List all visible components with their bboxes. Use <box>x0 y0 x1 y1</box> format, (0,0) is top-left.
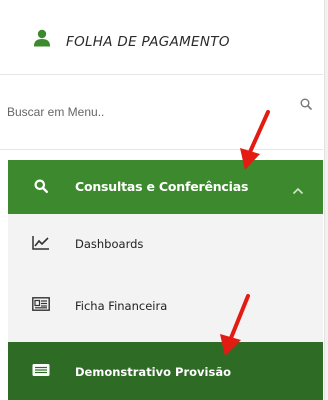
menu-group-consultas[interactable]: Consultas e Conferências <box>8 160 323 214</box>
sidebar-menu: FOLHA DE PAGAMENTO Consultas e Conferênc… <box>0 0 328 400</box>
menu-search <box>0 75 323 149</box>
search-icon <box>34 179 49 198</box>
list-card-icon <box>32 363 50 382</box>
menu-item-label: Demonstrativo Provisão <box>75 365 231 379</box>
submenu: Dashboards Ficha Financeira Demonstrativ… <box>8 214 323 400</box>
scrollbar-track[interactable] <box>324 0 328 400</box>
app-header: FOLHA DE PAGAMENTO <box>0 0 323 74</box>
chevron-up-icon[interactable] <box>292 182 304 200</box>
user-icon <box>33 29 51 47</box>
menu-item-ficha-financeira[interactable]: Ficha Financeira <box>8 276 323 336</box>
page-title: FOLHA DE PAGAMENTO <box>66 34 230 50</box>
menu-item-demonstrativo-provisao[interactable]: Demonstrativo Provisão <box>8 342 323 400</box>
menu-item-dashboards[interactable]: Dashboards <box>8 214 323 274</box>
chart-line-icon <box>32 235 50 256</box>
menu-group-label: Consultas e Conferências <box>75 179 249 194</box>
menu-item-label: Dashboards <box>75 237 144 251</box>
search-input[interactable] <box>7 97 277 127</box>
search-icon[interactable] <box>300 97 312 115</box>
menu-item-label: Ficha Financeira <box>75 299 168 313</box>
divider <box>0 149 323 150</box>
id-card-icon <box>32 297 50 316</box>
